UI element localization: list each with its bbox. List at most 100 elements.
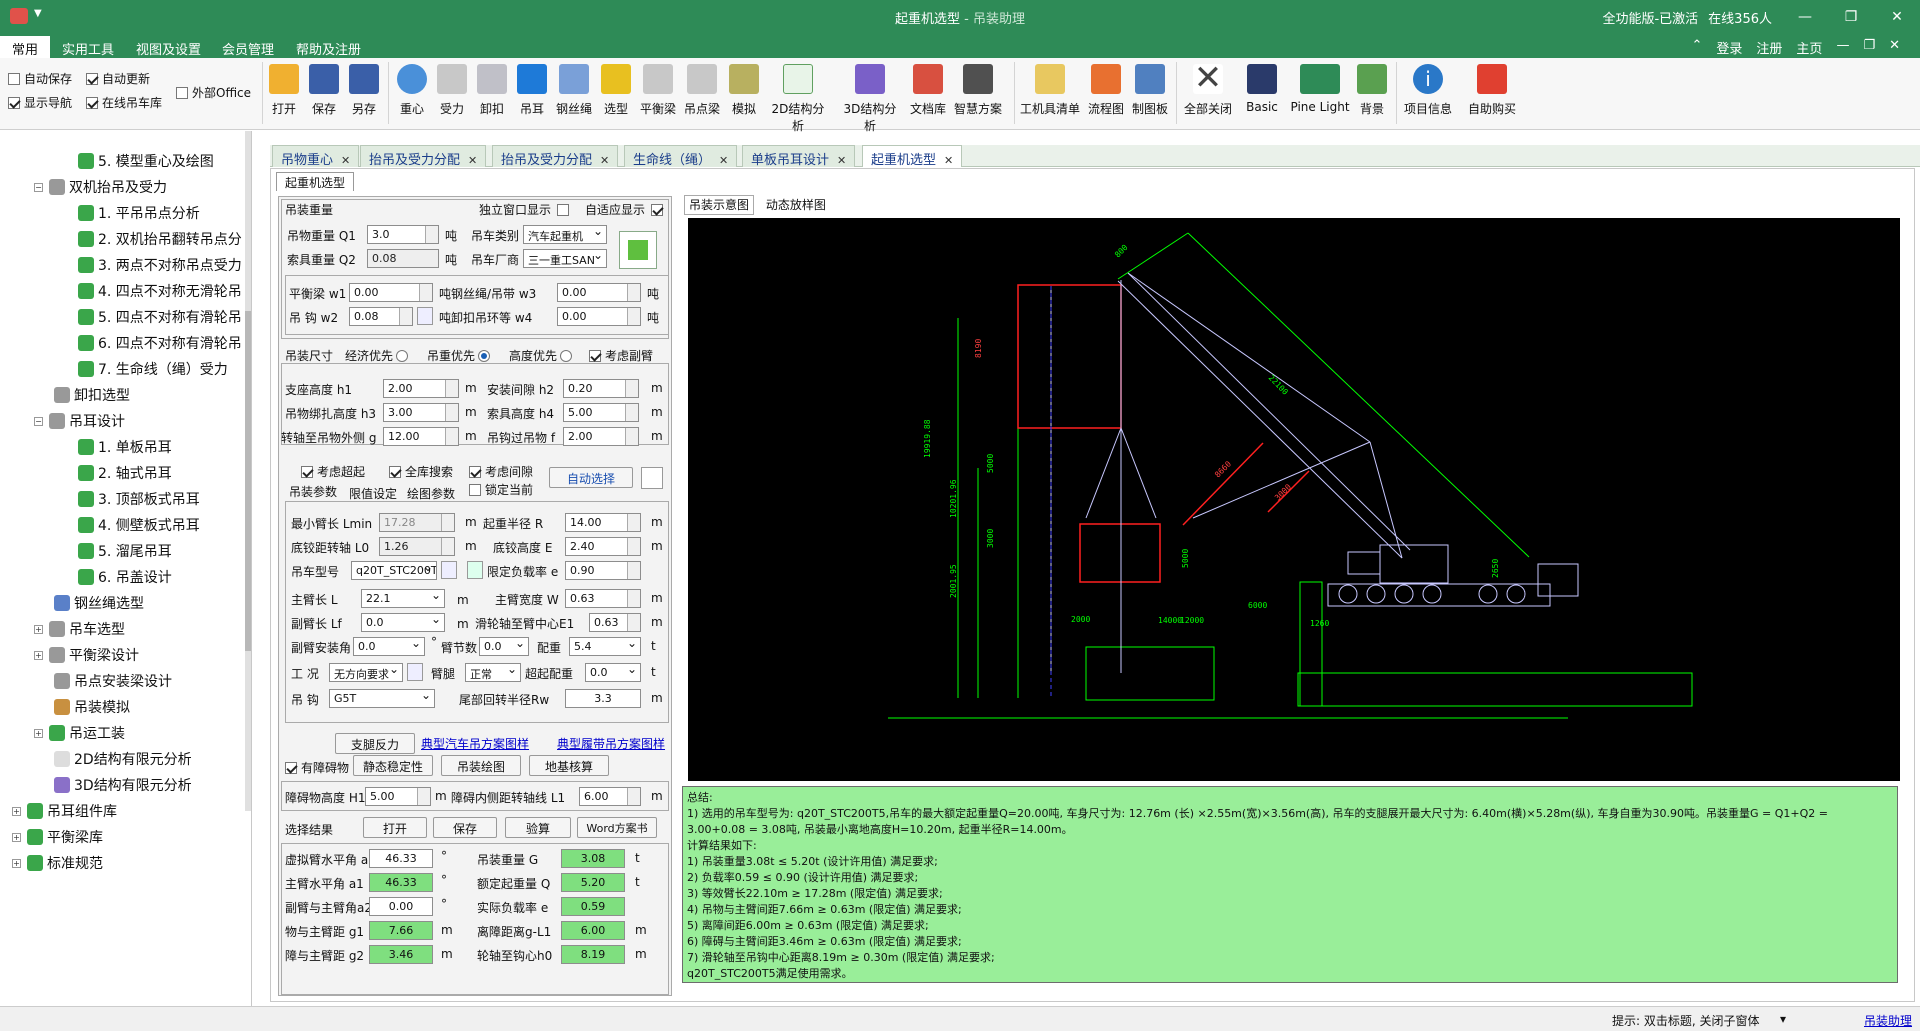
- truck-crane-sample-link[interactable]: 典型汽车吊方案图样: [421, 735, 529, 752]
- q1-input[interactable]: 3.0: [367, 225, 439, 244]
- crawler-crane-sample-link[interactable]: 典型履带吊方案图样: [557, 735, 665, 752]
- lift-drawing-button[interactable]: 吊装绘图: [441, 755, 521, 776]
- superlift-weight-select[interactable]: 0.0: [585, 663, 641, 682]
- tree-item[interactable]: 吊点安装梁设计: [54, 671, 172, 691]
- theme-basic-button[interactable]: Basic: [1240, 62, 1284, 126]
- tab-lift-diagram[interactable]: 吊装示意图: [684, 195, 755, 215]
- outrigger-select[interactable]: 正常: [465, 663, 521, 682]
- tab-lug-design[interactable]: 单板吊耳设计 ✕: [742, 145, 856, 168]
- l0-input[interactable]: 1.26: [379, 537, 455, 556]
- lug-button[interactable]: 吊耳: [516, 62, 548, 126]
- tree-item[interactable]: 2. 双机抬吊翻转吊点分: [78, 229, 242, 249]
- expand-icon[interactable]: +: [12, 832, 21, 842]
- close-all-button[interactable]: ✕ 全部关闭: [1182, 61, 1234, 126]
- doc-library-button[interactable]: 文档库: [908, 62, 948, 126]
- menu-tab-tools[interactable]: 实用工具: [62, 39, 114, 58]
- boom-width-input[interactable]: 0.63: [565, 589, 641, 608]
- project-info-button[interactable]: i 项目信息: [1402, 62, 1454, 126]
- tab-draw-params[interactable]: 绘图参数: [407, 485, 455, 502]
- lock-current-checkbox[interactable]: 锁定当前: [469, 481, 533, 498]
- 2d-analysis-button[interactable]: 2D结构分析: [766, 62, 830, 133]
- center-of-gravity-button[interactable]: 重心: [396, 62, 428, 126]
- adaptive-display-checkbox[interactable]: 自适应显示: [585, 201, 667, 218]
- crane-select-button[interactable]: 选型: [600, 62, 632, 126]
- h4-input[interactable]: 5.00: [563, 403, 639, 422]
- menu-tab-help[interactable]: 帮助及注册: [296, 39, 361, 58]
- tree-group-item[interactable]: + 标准规范: [12, 853, 103, 873]
- radius-input[interactable]: 14.00: [565, 513, 641, 532]
- crane-type-select[interactable]: 汽车起重机: [523, 225, 607, 244]
- g-input[interactable]: 12.00: [383, 427, 459, 446]
- boom-length-select[interactable]: 22.1: [361, 589, 445, 608]
- has-obstacle-checkbox[interactable]: 有障碍物: [285, 759, 349, 776]
- org-chart-button[interactable]: [619, 231, 657, 269]
- tree-item[interactable]: 3D结构有限元分析: [54, 775, 192, 795]
- model-lookup-button[interactable]: [441, 561, 457, 579]
- minimize-button[interactable]: —: [1782, 9, 1828, 25]
- tree-item[interactable]: 5. 模型重心及绘图: [78, 151, 214, 171]
- auto-select-button[interactable]: 自动选择: [549, 467, 633, 488]
- results-open-button[interactable]: 打开: [363, 817, 427, 838]
- consider-gap-checkbox[interactable]: 考虑间隙: [469, 463, 533, 480]
- mdi-close-icon[interactable]: ✕: [1889, 38, 1900, 57]
- collapse-ribbon-icon[interactable]: ⌃: [1691, 38, 1702, 57]
- register-link[interactable]: 注册: [1756, 38, 1782, 57]
- f-input[interactable]: 2.00: [563, 427, 639, 446]
- tab-close-icon[interactable]: ✕: [600, 154, 609, 167]
- obstacle-distance-input[interactable]: 6.00: [579, 787, 641, 806]
- counterweight-select[interactable]: 5.4: [569, 637, 641, 656]
- tab-close-icon[interactable]: ✕: [837, 154, 846, 167]
- self-purchase-button[interactable]: 自助购买: [1462, 62, 1522, 126]
- tree-item[interactable]: 2. 轴式吊耳: [78, 463, 172, 483]
- background-button[interactable]: 背景: [1356, 62, 1388, 126]
- tab-lift-force-1[interactable]: 抬吊及受力分配 ✕: [360, 145, 487, 168]
- home-link[interactable]: 主页: [1796, 38, 1822, 57]
- tree-group-item[interactable]: − 吊耳设计: [34, 411, 125, 431]
- tree-group-item[interactable]: + 吊车选型: [34, 619, 125, 639]
- tab-close-icon[interactable]: ✕: [944, 154, 953, 167]
- collapse-icon[interactable]: −: [34, 182, 43, 192]
- lift-drawing-canvas[interactable]: 800 22100 19919.88 5000 10201.96 3000 20…: [688, 218, 1900, 781]
- independent-window-checkbox[interactable]: 独立窗口显示: [479, 201, 573, 218]
- tab-close-icon[interactable]: ✕: [468, 154, 477, 167]
- flowchart-button[interactable]: 流程图: [1086, 62, 1126, 126]
- economy-priority-radio[interactable]: 经济优先: [345, 347, 411, 364]
- expand-icon[interactable]: +: [12, 806, 21, 816]
- obstacle-height-input[interactable]: 5.00: [365, 787, 431, 806]
- w1-input[interactable]: 0.00: [349, 283, 433, 302]
- h2-input[interactable]: 0.20: [563, 379, 639, 398]
- expand-icon[interactable]: +: [34, 728, 43, 738]
- menu-tab-common[interactable]: 常用: [0, 36, 51, 58]
- save-as-button[interactable]: 另存: [348, 62, 380, 126]
- tree-item[interactable]: 1. 平吊吊点分析: [78, 203, 200, 223]
- consider-jib-checkbox[interactable]: 考虑副臂: [589, 347, 653, 364]
- status-dropdown-icon[interactable]: ▾: [1780, 1012, 1786, 1026]
- tree-item[interactable]: 3. 两点不对称吊点受力: [78, 255, 242, 275]
- tree-group-item[interactable]: + 吊耳组件库: [12, 801, 117, 821]
- maker-select[interactable]: 三一重工SAN: [523, 249, 607, 268]
- tail-radius-input[interactable]: 3.3: [565, 689, 641, 708]
- tree-scrollbar[interactable]: [245, 131, 251, 811]
- tree-item[interactable]: 6. 吊盖设计: [78, 567, 172, 587]
- tab-lifeline[interactable]: 生命线（绳） ✕: [624, 145, 738, 168]
- word-report-button[interactable]: Word方案书: [577, 817, 657, 838]
- sheave-offset-input[interactable]: 0.63: [589, 613, 641, 632]
- external-office-checkbox[interactable]: 外部Office: [176, 84, 251, 101]
- theme-pine-light-button[interactable]: Pine Light: [1290, 62, 1350, 126]
- online-crane-db-checkbox[interactable]: 在线吊车库: [86, 94, 162, 111]
- h3-input[interactable]: 3.00: [383, 403, 459, 422]
- w4-input[interactable]: 0.00: [557, 307, 641, 326]
- shackle-button[interactable]: 卸扣: [476, 62, 508, 126]
- jib-length-select[interactable]: 0.0: [361, 613, 445, 632]
- force-button[interactable]: 受力: [436, 62, 468, 126]
- super-lift-checkbox[interactable]: 考虑超起: [301, 463, 365, 480]
- expand-icon[interactable]: +: [12, 858, 21, 868]
- tab-close-icon[interactable]: ✕: [341, 154, 350, 167]
- tree-item[interactable]: 7. 生命线（绳）受力: [78, 359, 228, 379]
- tree-group-item[interactable]: + 平衡梁库: [12, 827, 103, 847]
- load-rate-input[interactable]: 0.90: [565, 561, 641, 580]
- tree-item[interactable]: 6. 四点不对称有滑轮吊: [78, 333, 242, 353]
- tab-cog[interactable]: 吊物重心 ✕: [272, 145, 360, 168]
- tree-item[interactable]: 4. 侧壁板式吊耳: [78, 515, 200, 535]
- collapse-icon[interactable]: −: [34, 416, 43, 426]
